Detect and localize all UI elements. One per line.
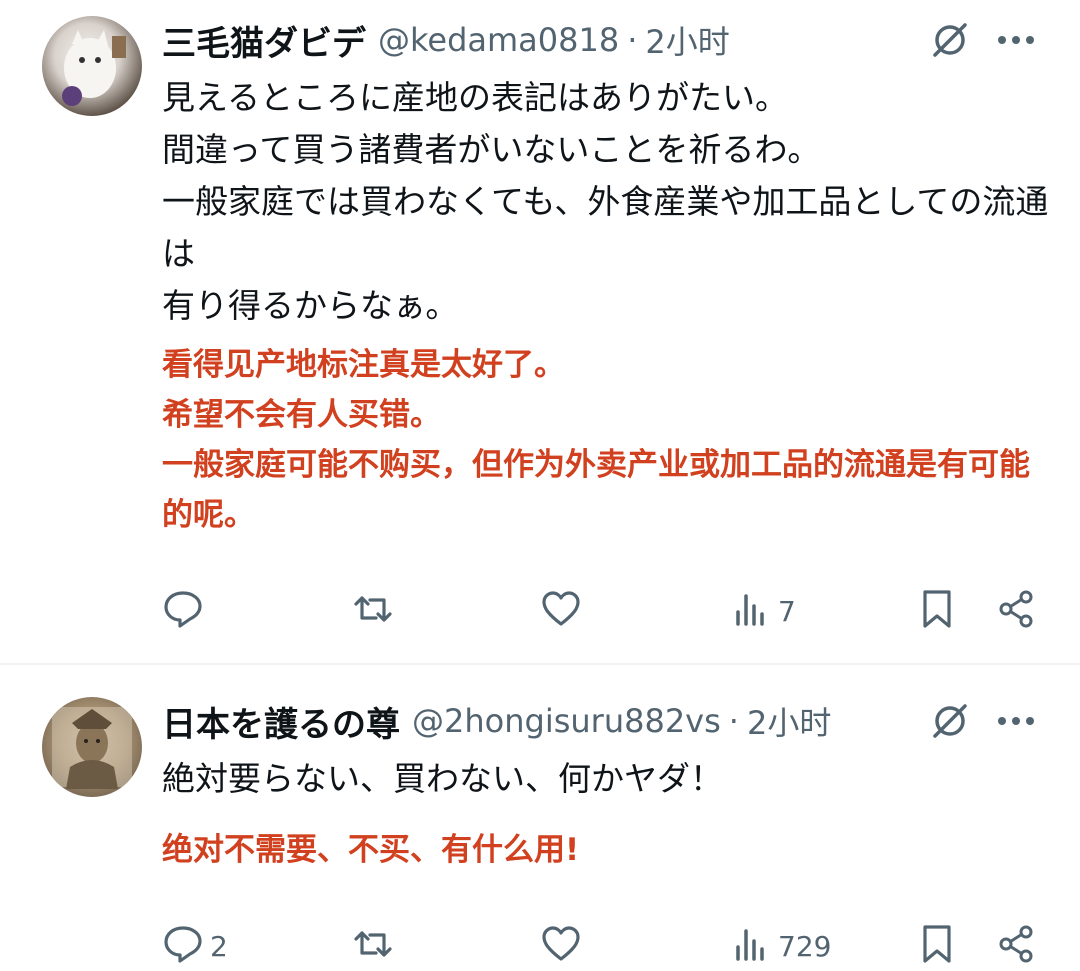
views-icon xyxy=(730,588,772,634)
tweet-header: 三毛猫ダビデ @kedama0818 · 2小时 xyxy=(162,16,730,65)
reply-icon xyxy=(162,923,204,969)
bookmark-button[interactable] xyxy=(916,921,958,971)
share-button[interactable] xyxy=(996,586,1038,636)
tweet[interactable]: 日本を護るの尊 @2hongisuru882vs · 2小时 絶対要らない、買わ… xyxy=(0,665,1080,963)
author-handle[interactable]: @2hongisuru882vs xyxy=(412,702,721,740)
reply-button[interactable]: 2 xyxy=(162,921,228,971)
like-button[interactable] xyxy=(540,921,582,971)
timestamp[interactable]: 2小时 xyxy=(645,17,729,63)
separator-dot: · xyxy=(627,21,638,59)
views-count: 729 xyxy=(778,929,832,963)
tweet-text: 絶対要らない、買わない、何かヤダ！ xyxy=(162,759,723,798)
reply-icon xyxy=(162,588,204,634)
views-button[interactable]: 729 xyxy=(730,921,831,971)
bookmark-button[interactable] xyxy=(916,586,958,636)
like-button[interactable] xyxy=(540,586,582,636)
tweet[interactable]: 三毛猫ダビデ @kedama0818 · 2小时 見えるところに産地の表記はあり… xyxy=(0,0,1080,664)
like-icon xyxy=(540,588,582,634)
reply-count: 2 xyxy=(210,929,228,963)
reply-button[interactable] xyxy=(162,586,210,636)
translation-text: 绝对不需要、不买、有什么用! xyxy=(162,832,580,868)
author-handle[interactable]: @kedama0818 xyxy=(378,21,619,59)
author-name[interactable]: 日本を護るの尊 xyxy=(162,697,400,746)
retweet-icon xyxy=(352,588,394,634)
share-button[interactable] xyxy=(996,921,1038,971)
retweet-icon xyxy=(352,923,394,969)
action-bar: 2 729 xyxy=(0,921,1080,971)
grok-icon[interactable] xyxy=(928,699,972,743)
translation-text: 看得见产地标注真是太好了。 希望不会有人买错。 一般家庭可能不购买，但作为外卖产… xyxy=(162,347,1030,533)
views-count: 7 xyxy=(778,594,796,628)
share-icon xyxy=(996,923,1038,969)
author-name[interactable]: 三毛猫ダビデ xyxy=(162,16,366,65)
share-icon xyxy=(996,588,1038,634)
views-button[interactable]: 7 xyxy=(730,586,796,636)
avatar[interactable] xyxy=(42,697,142,797)
retweet-button[interactable] xyxy=(352,586,394,636)
bookmark-icon xyxy=(916,923,958,969)
retweet-button[interactable] xyxy=(352,921,394,971)
avatar[interactable] xyxy=(42,16,142,116)
views-icon xyxy=(730,923,772,969)
timestamp[interactable]: 2小时 xyxy=(747,698,831,744)
grok-icon[interactable] xyxy=(928,18,972,62)
more-icon[interactable] xyxy=(994,18,1038,62)
tweet-text: 見えるところに産地の表記はありがたい。 間違って買う諸費者がいないことを祈るわ。… xyxy=(162,78,1049,325)
more-icon[interactable] xyxy=(994,699,1038,743)
tweet-header: 日本を護るの尊 @2hongisuru882vs · 2小时 xyxy=(162,697,831,746)
separator-dot: · xyxy=(728,702,739,740)
bookmark-icon xyxy=(916,588,958,634)
like-icon xyxy=(540,923,582,969)
action-bar: 7 xyxy=(0,586,1080,636)
